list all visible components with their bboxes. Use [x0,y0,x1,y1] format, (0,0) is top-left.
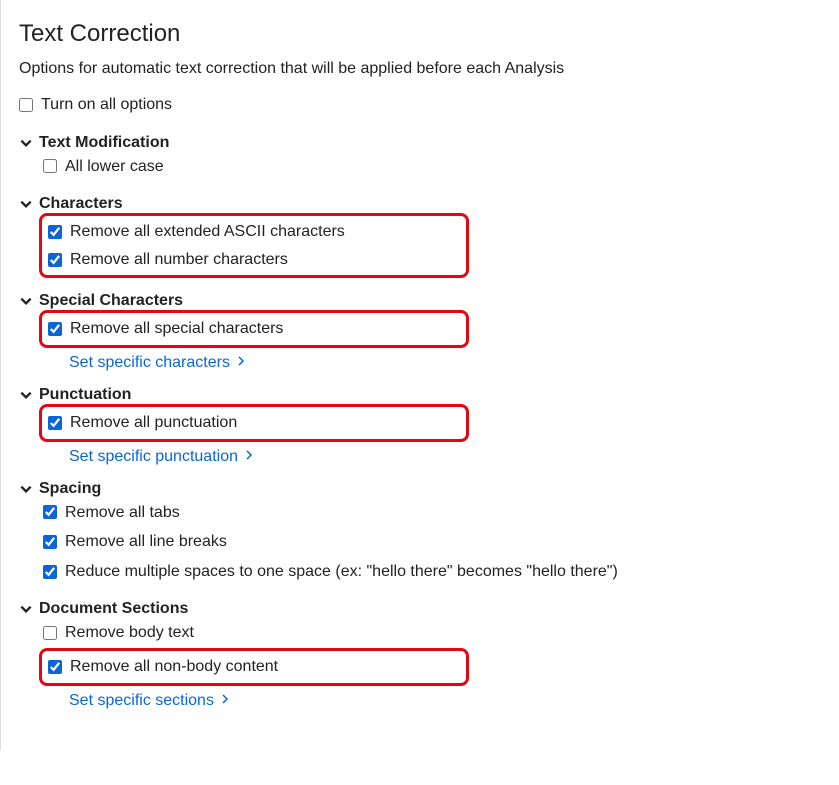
section-header-document[interactable]: Document Sections [19,600,821,618]
highlight-punctuation: Remove all punctuation [39,404,469,442]
section-title: Spacing [39,480,101,498]
numbers-label: Remove all number characters [70,247,288,273]
numbers-checkbox[interactable] [48,253,62,267]
nonbody-row: Remove all non-body content [44,653,460,681]
linebreaks-checkbox[interactable] [43,535,57,549]
special-row: Remove all special characters [44,315,460,343]
linebreaks-row: Remove all line breaks [43,527,821,557]
page-title: Text Correction [19,20,821,48]
multispace-label: Reduce multiple spaces to one space (ex:… [65,559,618,585]
turn-on-all-row: Turn on all options [19,90,821,120]
multispace-checkbox[interactable] [43,565,57,579]
numbers-row: Remove all number characters [44,246,460,274]
body-label: Remove body text [65,620,194,646]
special-label: Remove all special characters [70,316,283,342]
chevron-down-icon [19,388,33,402]
highlight-characters: Remove all extended ASCII characters Rem… [39,213,469,278]
nonbody-label: Remove all non-body content [70,654,278,680]
section-spacing: Spacing Remove all tabs Remove all line … [19,480,821,587]
set-specific-sections-link[interactable]: Set specific sections [69,692,230,710]
turn-on-all-checkbox[interactable] [19,98,33,112]
page-subtitle: Options for automatic text correction th… [19,60,821,78]
section-document-sections: Document Sections Remove body text Remov… [19,600,821,709]
highlight-special: Remove all special characters [39,310,469,348]
punctuation-row: Remove all punctuation [44,409,460,437]
multispace-row: Reduce multiple spaces to one space (ex:… [43,557,821,587]
section-header-punctuation[interactable]: Punctuation [19,386,821,404]
section-text-modification: Text Modification All lower case [19,134,821,182]
section-title: Special Characters [39,292,183,310]
chevron-right-icon [244,448,254,466]
punctuation-checkbox[interactable] [48,416,62,430]
section-header-spacing[interactable]: Spacing [19,480,821,498]
section-header-characters[interactable]: Characters [19,195,821,213]
set-specific-characters-link[interactable]: Set specific characters [69,354,246,372]
tabs-row: Remove all tabs [43,498,821,528]
linebreaks-label: Remove all line breaks [65,529,227,555]
chevron-down-icon [19,482,33,496]
tabs-checkbox[interactable] [43,505,57,519]
ascii-label: Remove all extended ASCII characters [70,219,345,245]
section-punctuation: Punctuation Remove all punctuation Set s… [19,386,821,466]
ascii-row: Remove all extended ASCII characters [44,218,460,246]
link-label: Set specific punctuation [69,448,238,466]
section-title: Characters [39,195,123,213]
punctuation-label: Remove all punctuation [70,410,237,436]
section-special-characters: Special Characters Remove all special ch… [19,292,821,372]
section-header-text-modification[interactable]: Text Modification [19,134,821,152]
lowercase-row: All lower case [43,152,821,182]
chevron-down-icon [19,294,33,308]
section-title: Document Sections [39,600,188,618]
ascii-checkbox[interactable] [48,225,62,239]
chevron-right-icon [220,692,230,710]
section-header-special[interactable]: Special Characters [19,292,821,310]
chevron-down-icon [19,602,33,616]
body-checkbox[interactable] [43,626,57,640]
highlight-nonbody: Remove all non-body content [39,648,469,686]
chevron-down-icon [19,197,33,211]
text-correction-panel: Text Correction Options for automatic te… [0,0,839,750]
section-characters: Characters Remove all extended ASCII cha… [19,195,821,278]
set-specific-punctuation-link[interactable]: Set specific punctuation [69,448,254,466]
tabs-label: Remove all tabs [65,500,180,526]
section-title: Text Modification [39,134,169,152]
section-title: Punctuation [39,386,131,404]
link-label: Set specific sections [69,692,214,710]
special-checkbox[interactable] [48,322,62,336]
lowercase-label: All lower case [65,154,164,180]
link-label: Set specific characters [69,354,230,372]
body-row: Remove body text [43,618,821,648]
chevron-right-icon [236,354,246,372]
nonbody-checkbox[interactable] [48,660,62,674]
lowercase-checkbox[interactable] [43,159,57,173]
turn-on-all-label: Turn on all options [41,92,172,118]
chevron-down-icon [19,136,33,150]
